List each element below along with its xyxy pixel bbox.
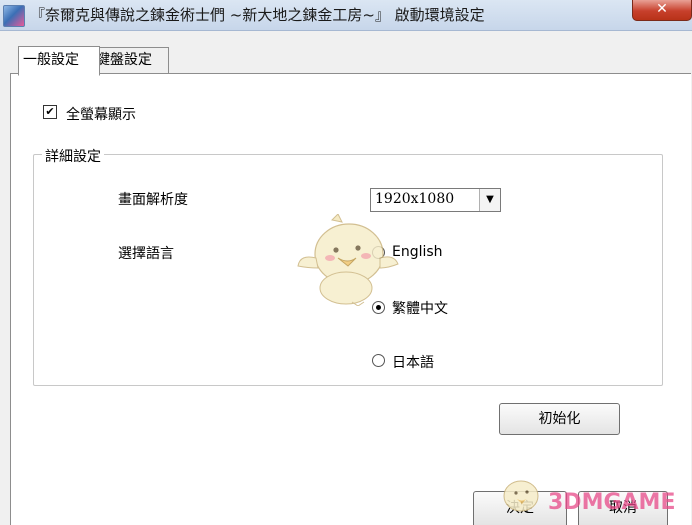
watermark-logo: 3DMGAME [548,490,676,515]
reset-button[interactable]: 初始化 [499,403,620,435]
title-bar[interactable]: 『奈爾克與傳說之鍊金術士們 ~新大地之鍊金工房~』 啟動環境設定 ✕ [0,0,692,31]
window-title: 『奈爾克與傳說之鍊金術士們 ~新大地之鍊金工房~』 啟動環境設定 [30,6,485,24]
resolution-value: 1920x1080 [375,191,455,207]
radio-japanese[interactable] [372,354,385,367]
close-button[interactable]: ✕ [632,0,692,21]
mascot-watermark-icon [297,214,399,306]
resolution-select[interactable]: 1920x1080 ▼ [370,188,501,212]
app-icon [3,5,25,27]
logo-mascot-icon [503,480,539,512]
resolution-label: 畫面解析度 [118,192,188,208]
fullscreen-checkbox[interactable]: ✔ [43,105,57,119]
details-legend: 詳細設定 [42,146,104,166]
radio-japanese-label[interactable]: 日本語 [392,352,434,372]
fullscreen-label: 全螢幕顯示 [66,107,136,123]
tab-general-settings[interactable]: 一般設定 [18,46,100,76]
chevron-down-icon[interactable]: ▼ [479,189,500,211]
language-label: 選擇語言 [118,246,174,262]
tab-keyboard-settings[interactable]: 鍵盤設定 [91,47,169,73]
